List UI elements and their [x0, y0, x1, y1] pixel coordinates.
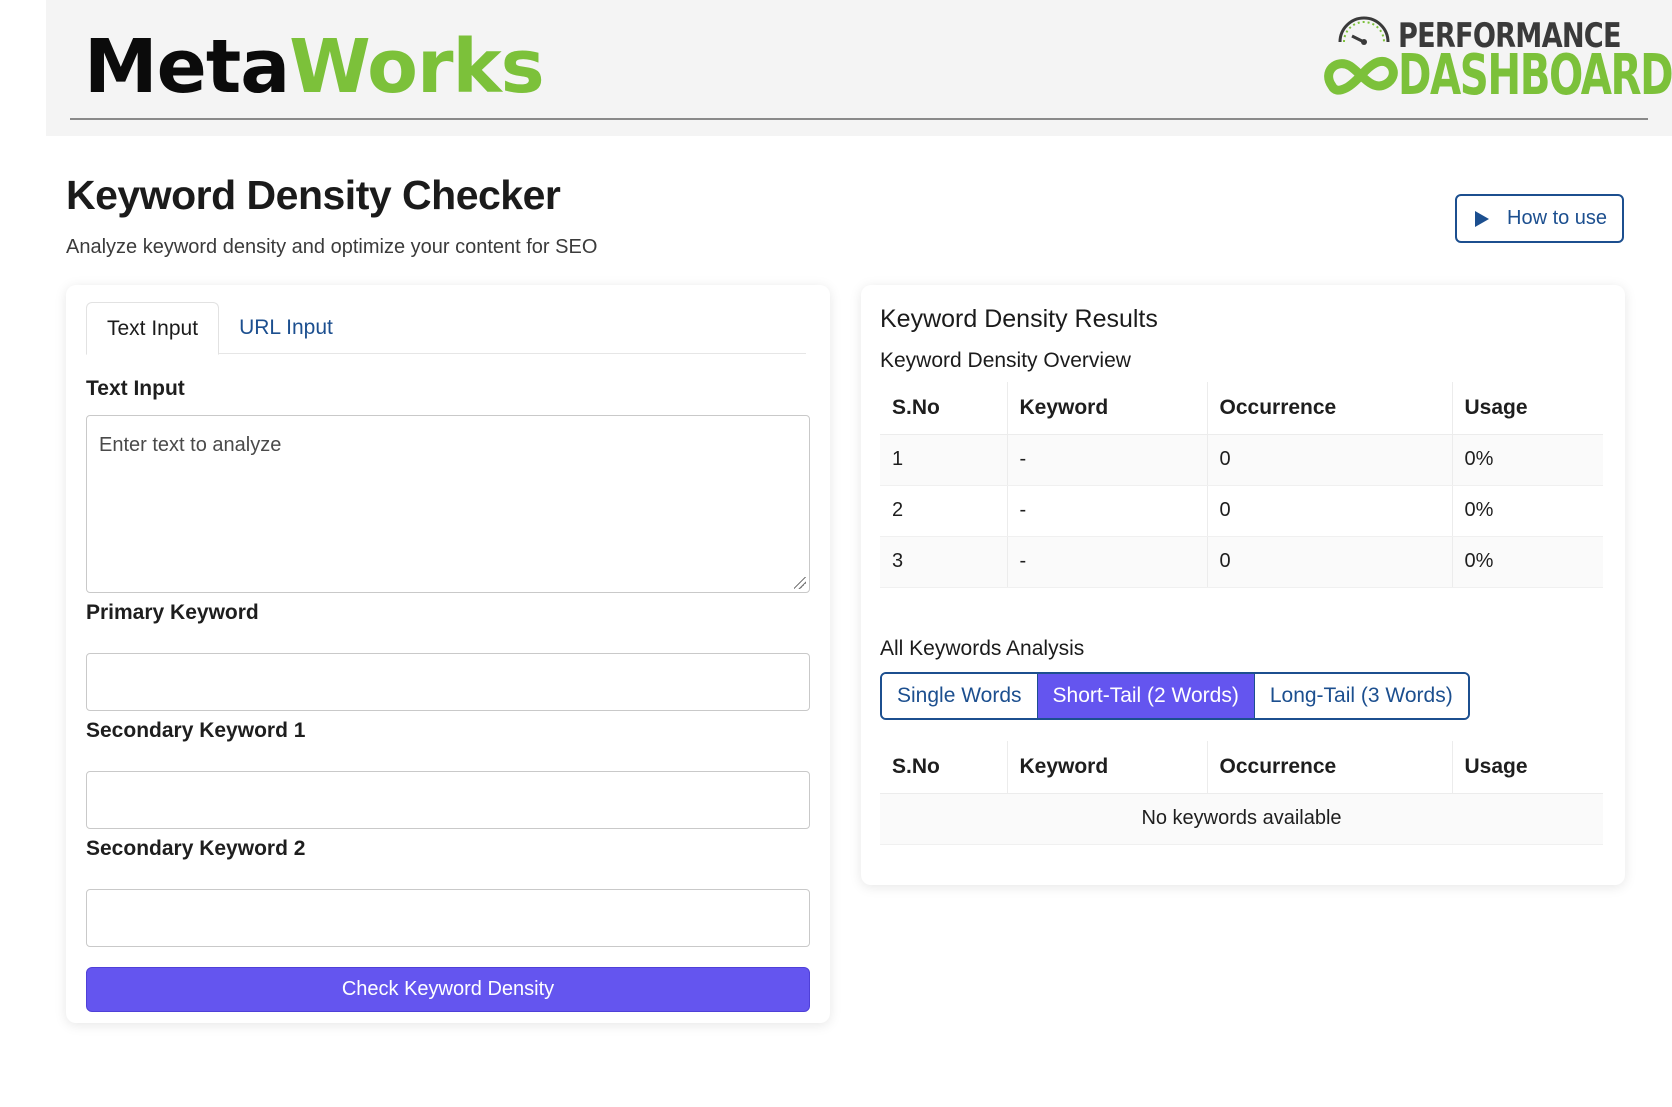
table-header-row: S.No Keyword Occurrence Usage: [880, 382, 1603, 435]
empty-state-message: No keywords available: [880, 793, 1603, 845]
cell-sno: 1: [880, 434, 1008, 486]
keyword-length-toggle: Single Words Short-Tail (2 Words) Long-T…: [880, 672, 1470, 720]
primary-keyword-input[interactable]: [86, 653, 810, 711]
overview-table: S.No Keyword Occurrence Usage 1 - 0 0% 2…: [880, 382, 1603, 588]
secondary-keyword-1-input[interactable]: [86, 771, 810, 829]
text-input-label: Text Input: [86, 377, 185, 400]
cell-usage: 0%: [1452, 536, 1603, 588]
header-divider: [70, 118, 1648, 120]
cell-keyword: -: [1007, 485, 1208, 537]
results-card: Keyword Density Results Keyword Density …: [861, 285, 1625, 885]
text-input-area[interactable]: Enter text to analyze: [86, 415, 810, 593]
secondary-keyword-2-label: Secondary Keyword 2: [86, 837, 306, 860]
long-tail-button[interactable]: Long-Tail (3 Words): [1254, 674, 1468, 718]
metaworks-logo[interactable]: MetaWorks: [84, 30, 545, 104]
play-icon: [1475, 210, 1489, 227]
how-to-use-button[interactable]: How to use: [1455, 194, 1624, 243]
cell-usage: 0%: [1452, 434, 1603, 486]
col-keyword: Keyword: [1007, 382, 1208, 435]
logo-works-text: Works: [289, 24, 545, 110]
page-title: Keyword Density Checker: [66, 172, 561, 218]
table-row: 1 - 0 0%: [880, 434, 1603, 486]
cell-keyword: -: [1007, 536, 1208, 588]
performance-dashboard-logo[interactable]: PERFORMANCE DASHBOARD: [1322, 10, 1672, 104]
speedometer-infinity-icon: [1324, 16, 1398, 95]
tab-text-input[interactable]: Text Input: [86, 302, 220, 355]
resize-handle-icon[interactable]: [794, 577, 806, 589]
col-sno: S.No: [880, 382, 1008, 435]
col-keyword: Keyword: [1007, 741, 1208, 794]
all-keywords-analysis-label: All Keywords Analysis: [880, 637, 1085, 660]
cell-occurrence: 0: [1207, 536, 1453, 588]
col-usage: Usage: [1452, 382, 1603, 435]
cell-occurrence: 0: [1207, 485, 1453, 537]
cell-usage: 0%: [1452, 485, 1603, 537]
results-title: Keyword Density Results: [880, 305, 1158, 333]
page-subtitle: Analyze keyword density and optimize you…: [66, 236, 598, 258]
col-occurrence: Occurrence: [1207, 382, 1453, 435]
cell-sno: 2: [880, 485, 1008, 537]
table-header-row: S.No Keyword Occurrence Usage: [880, 741, 1603, 794]
short-tail-button[interactable]: Short-Tail (2 Words): [1037, 674, 1255, 718]
all-keywords-table: S.No Keyword Occurrence Usage No keyword…: [880, 741, 1603, 845]
single-words-button[interactable]: Single Words: [882, 674, 1038, 718]
col-occurrence: Occurrence: [1207, 741, 1453, 794]
text-input-placeholder: Enter text to analyze: [99, 434, 282, 456]
table-row: No keywords available: [880, 793, 1603, 845]
check-keyword-density-button[interactable]: Check Keyword Density: [86, 967, 810, 1012]
cell-keyword: -: [1007, 434, 1208, 486]
input-card: Text Input URL Input Text Input Enter te…: [66, 285, 830, 1023]
how-to-use-label: How to use: [1507, 207, 1608, 229]
col-usage: Usage: [1452, 741, 1603, 794]
perf-bottom-text: DASHBOARD: [1398, 43, 1672, 108]
table-row: 3 - 0 0%: [880, 536, 1603, 588]
cell-sno: 3: [880, 536, 1008, 588]
input-tabs: Text Input URL Input: [86, 302, 806, 355]
primary-keyword-label: Primary Keyword: [86, 601, 259, 624]
tab-url-input[interactable]: URL Input: [219, 302, 353, 354]
app-header: MetaWorks PERFORMANCE DASHBOARD: [46, 0, 1672, 136]
secondary-keyword-1-label: Secondary Keyword 1: [86, 719, 306, 742]
table-row: 2 - 0 0%: [880, 485, 1603, 537]
cell-occurrence: 0: [1207, 434, 1453, 486]
secondary-keyword-2-input[interactable]: [86, 889, 810, 947]
logo-meta-text: Meta: [84, 24, 290, 110]
overview-label: Keyword Density Overview: [880, 349, 1131, 372]
col-sno: S.No: [880, 741, 1008, 794]
